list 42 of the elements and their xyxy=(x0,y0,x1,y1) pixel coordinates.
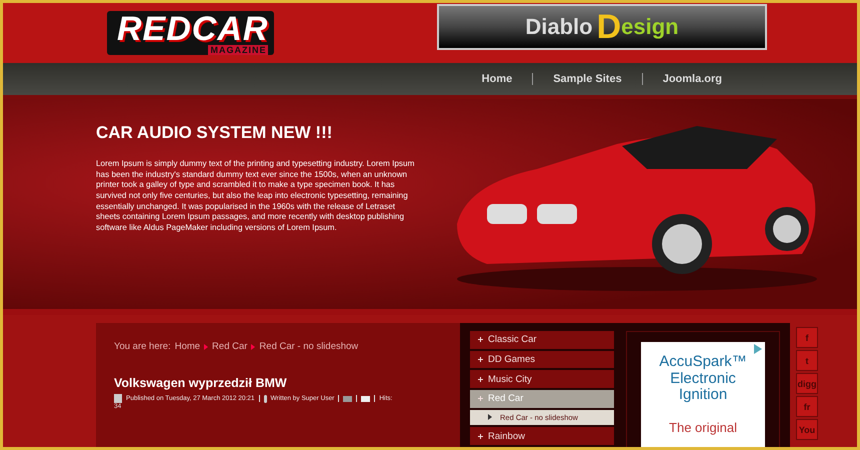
breadcrumb-link[interactable]: Red Car xyxy=(212,341,248,352)
plus-icon xyxy=(478,376,483,382)
article-title[interactable]: Volkswagen wyprzedził BMW xyxy=(114,376,460,390)
menu-label: Music City xyxy=(488,374,532,385)
menu-item[interactable]: Classic Car xyxy=(470,331,614,349)
menu-item[interactable]: DD Games xyxy=(470,350,614,368)
plus-icon xyxy=(478,337,483,342)
ad-card[interactable]: AccuSpark™ Electronic Ignition The original xyxy=(641,342,765,447)
menu-label: Classic Car xyxy=(488,334,537,346)
plus-icon xyxy=(478,356,483,362)
hero-paragraph: Lorem Ipsum is simply dummy text of the printing and typesetting industry. Lorem Ipsum has been the industry's standard dummy text ever since the 1500s, when an unknown printer took a galley of type and scrambled it to make a type specimen book. It has survived not only five centuries, but also the leap into electronic typesetting, remaining essentially unchanged. It was popularised in the 1960s with the release of Letraset sheets containing Lorem Ipsum passages, and more recently with desktop publishing software like Aldus PageMaker including versions of Lorem Ipsum. xyxy=(96,159,416,234)
email-icon[interactable] xyxy=(361,396,370,402)
logo[interactable]: REDCAR MAGAZINE xyxy=(107,11,274,55)
ad-choices-icon[interactable] xyxy=(754,344,762,354)
breadcrumb-arrow-icon xyxy=(251,344,256,350)
logo-subtitle: MAGAZINE xyxy=(208,45,268,55)
menu-label: Rainbow xyxy=(488,430,525,442)
menu-label: Red Car xyxy=(488,393,524,404)
nav-link[interactable]: Joomla.org xyxy=(642,73,742,85)
menu-item[interactable]: Music City xyxy=(470,370,614,388)
ad-subtitle: The original xyxy=(668,420,738,434)
person-icon xyxy=(264,394,267,402)
triangle-icon xyxy=(488,414,492,420)
plus-icon xyxy=(478,434,483,439)
nav-link[interactable]: Home xyxy=(462,73,532,85)
ad-title: AccuSpark™ Electronic Ignition xyxy=(658,354,748,404)
breadcrumb-arrow-icon xyxy=(204,344,208,350)
menu-item[interactable]: Rainbow xyxy=(470,427,614,445)
breadcrumb-link[interactable]: Red Car - no slideshow xyxy=(259,341,358,352)
banner-text: Diablo xyxy=(525,14,593,40)
breadcrumb-link[interactable]: Home xyxy=(174,341,200,352)
calendar-icon xyxy=(114,394,122,403)
banner-text: esign xyxy=(621,14,679,40)
logo-title: REDCAR xyxy=(117,13,268,45)
plus-icon xyxy=(478,396,483,402)
banner-ad[interactable]: Diablo Design xyxy=(437,4,767,50)
banner-text: D xyxy=(596,8,622,46)
print-icon[interactable] xyxy=(343,396,352,402)
hero-title: CAR AUDIO SYSTEM NEW !!! xyxy=(96,123,334,143)
breadcrumb-label: You are here: xyxy=(114,341,171,352)
nav-link[interactable]: Sample Sites xyxy=(533,73,642,85)
menu-label: DD Games xyxy=(488,354,535,365)
